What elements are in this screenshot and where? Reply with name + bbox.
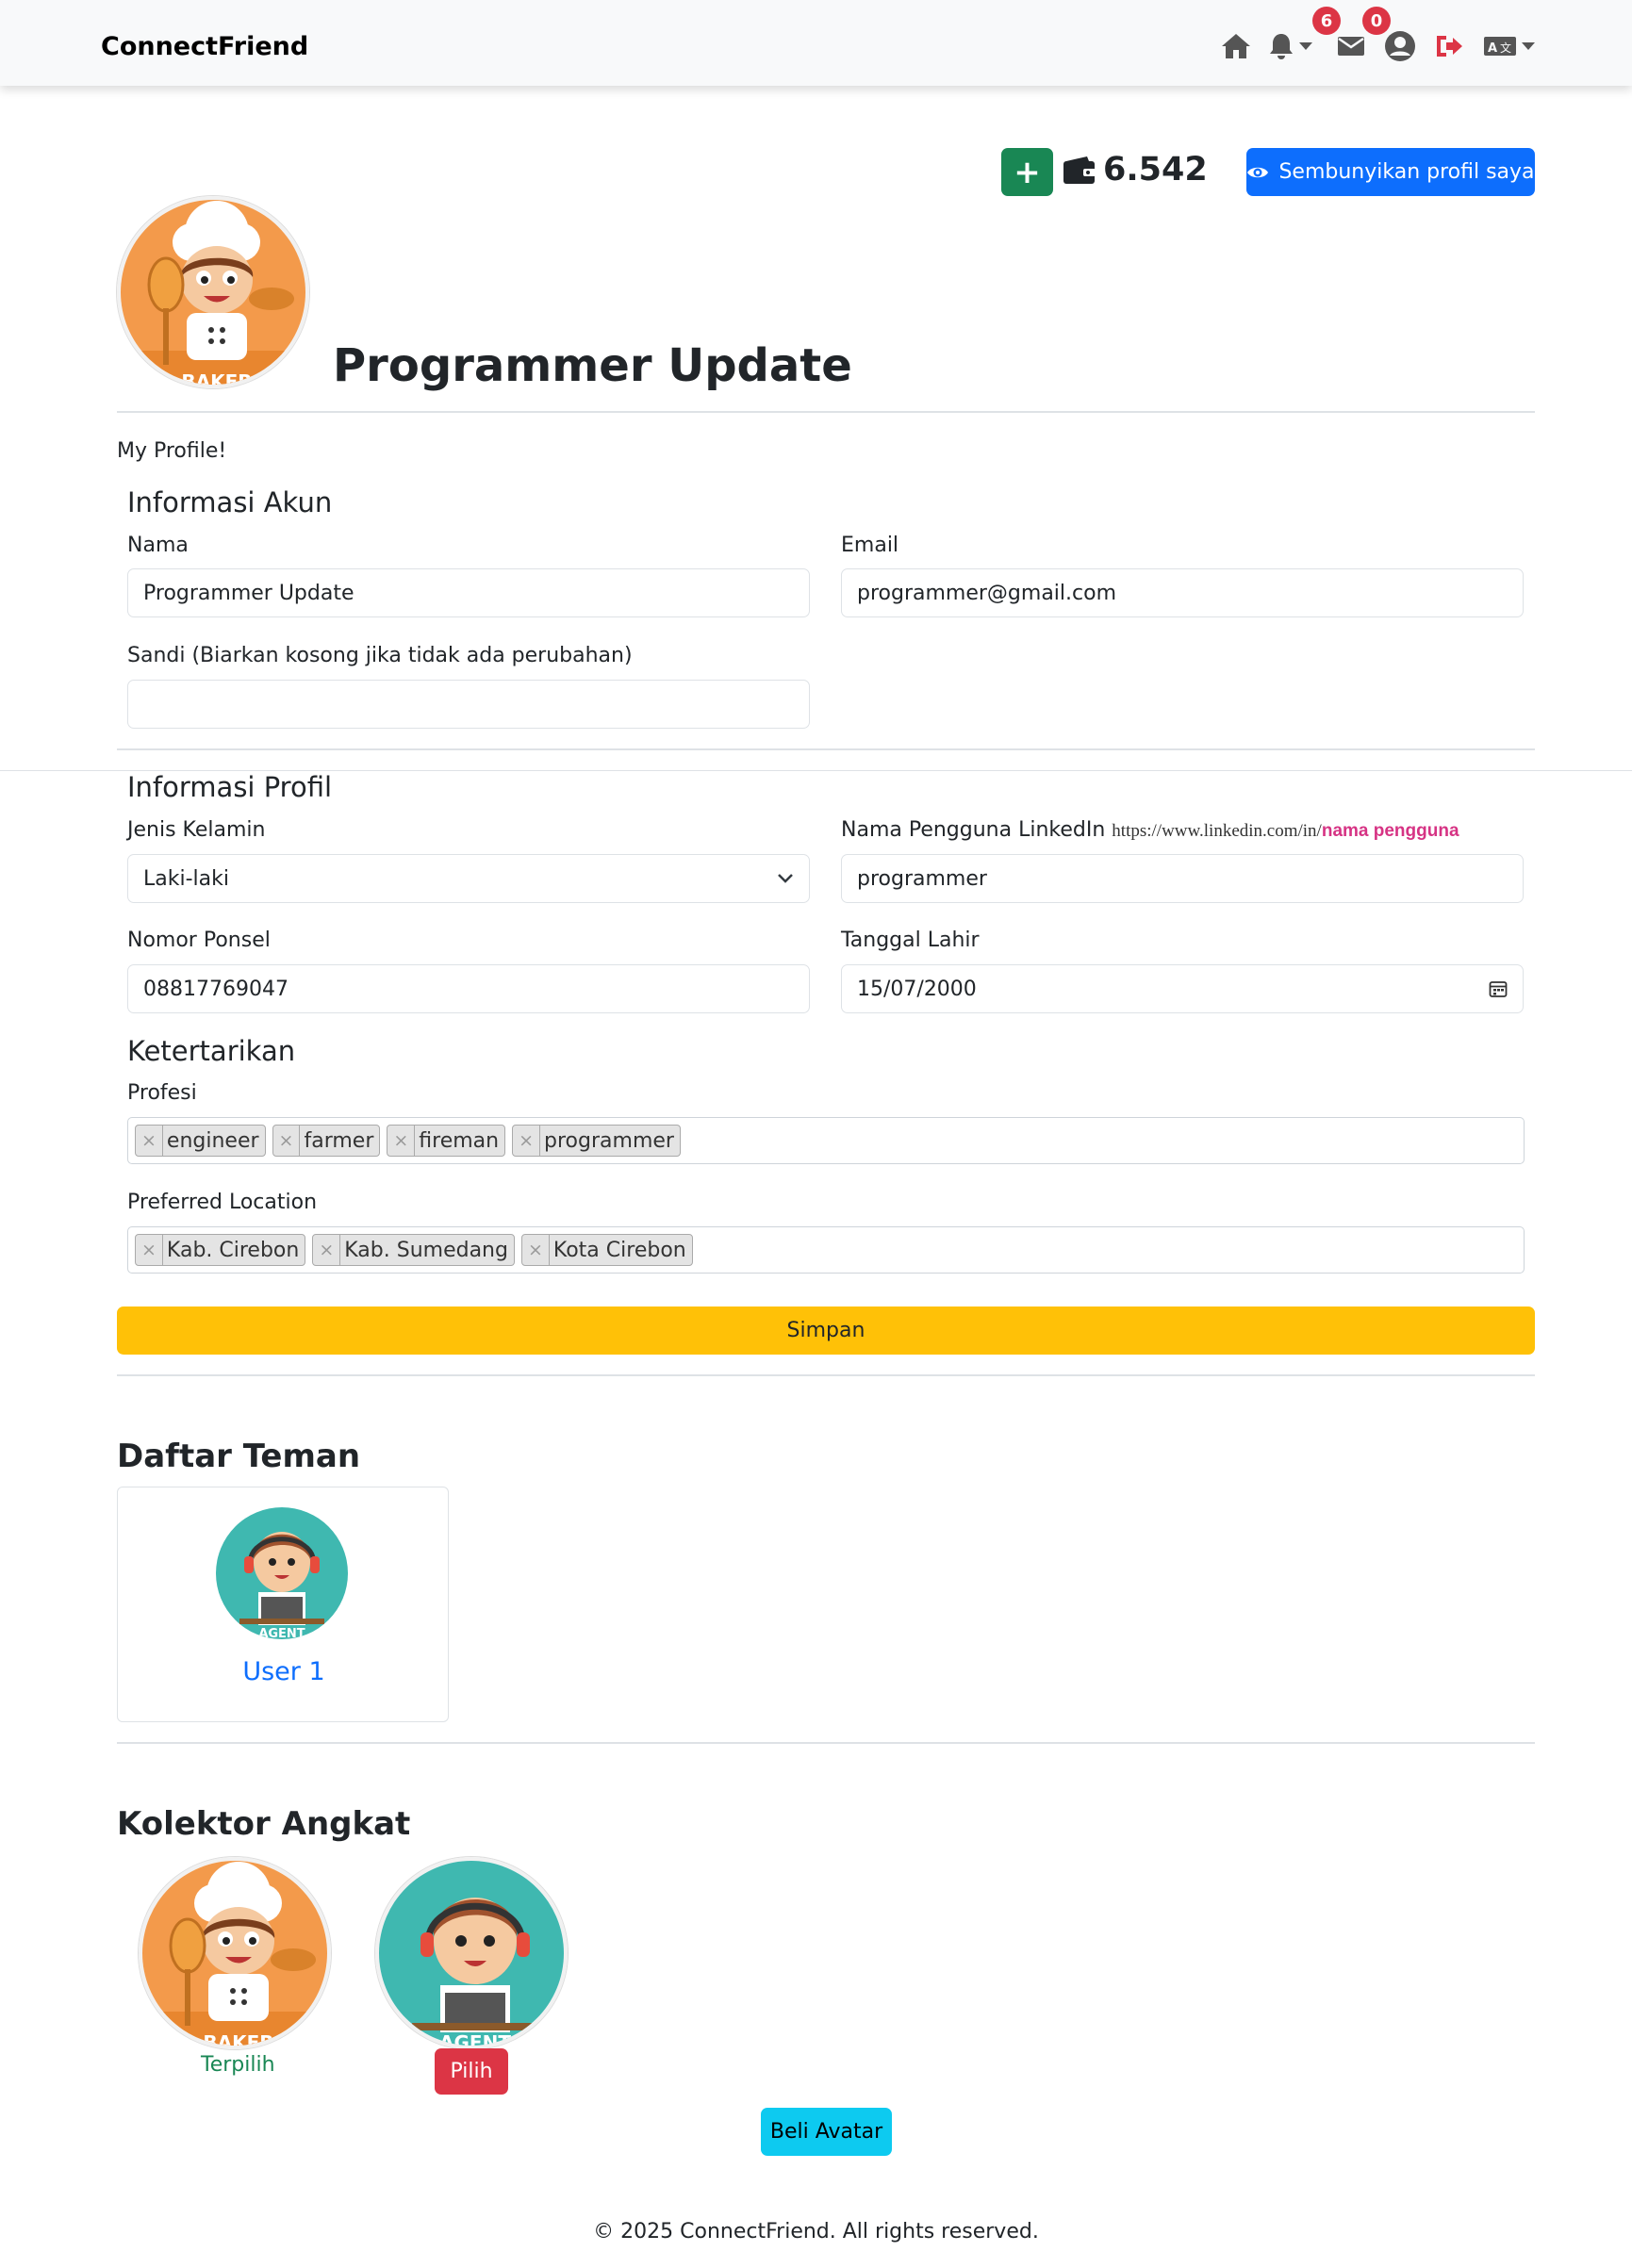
phone-label: Nomor Ponsel [127, 929, 271, 952]
language-icon: A文 [1484, 37, 1516, 56]
email-field[interactable]: programmer@gmail.com [841, 568, 1524, 617]
chevron-down-icon [1299, 42, 1312, 50]
remove-tag-icon[interactable]: × [136, 1235, 163, 1265]
svg-text:AGENT: AGENT [258, 1627, 305, 1639]
tag-chip: × farmer [272, 1125, 381, 1157]
dob-label: Tanggal Lahir [841, 929, 980, 952]
bell-icon [1270, 34, 1293, 59]
gender-value: Laki-laki [143, 866, 229, 891]
tag-label: engineer [166, 1128, 259, 1153]
remove-tag-icon[interactable]: × [387, 1126, 416, 1156]
account-info-heading: Informasi Akun [127, 486, 333, 518]
collector-heading: Kolektor Angkat [117, 1805, 411, 1843]
eye-icon [1247, 167, 1269, 177]
location-multiselect[interactable]: × Kab. Cirebon × Kab. Sumedang × Kota Cireb… [127, 1226, 1525, 1274]
tag-chip: × fireman [387, 1125, 506, 1157]
navbar: ConnectFriend 6 0 A文 [0, 0, 1632, 86]
hide-profile-button[interactable]: Sembunyikan profil saya [1246, 148, 1535, 196]
svg-text:BAKER: BAKER [203, 2031, 273, 2049]
profession-multiselect[interactable]: × engineer × farmer × fireman × programmer [127, 1117, 1525, 1164]
divider [117, 411, 1535, 413]
linkedin-label-group: Nama Pengguna LinkedIn https://www.linke… [841, 818, 1459, 842]
gender-select[interactable]: Laki-laki [127, 854, 810, 903]
tag-label: Kota Cirebon [552, 1238, 686, 1262]
profile-avatar: BAKER [117, 196, 309, 388]
name-label: Nama [127, 534, 189, 557]
tag-label: Kab. Sumedang [344, 1238, 508, 1262]
tag-chip: × Kota Cirebon [520, 1234, 693, 1266]
remove-tag-icon[interactable]: × [273, 1126, 301, 1156]
profile-info-heading: Informasi Profil [127, 771, 333, 803]
logout-icon[interactable] [1433, 30, 1465, 62]
svg-text:BAKER: BAKER [181, 370, 252, 388]
friends-heading: Daftar Teman [117, 1438, 361, 1475]
tag-chip: × programmer [512, 1125, 681, 1157]
envelope-icon[interactable]: 0 [1337, 7, 1391, 62]
wallet-icon [1063, 156, 1096, 186]
password-label: Sandi (Biarkan kosong jika tidak ada per… [127, 644, 633, 667]
calendar-icon[interactable] [1489, 979, 1508, 998]
phone-field[interactable]: 08817769047 [127, 964, 810, 1013]
tag-label: farmer [304, 1128, 374, 1153]
tag-chip: × Kab. Cirebon [135, 1234, 306, 1266]
profile-intro: My Profile! [117, 439, 227, 463]
email-label: Email [841, 534, 899, 557]
coin-balance: 6.542 [1103, 151, 1208, 189]
user-circle-icon[interactable] [1384, 30, 1416, 62]
select-avatar-button[interactable]: Pilih [435, 2048, 508, 2095]
tag-label: fireman [419, 1128, 500, 1153]
svg-text:文: 文 [1500, 41, 1511, 55]
friend-name-link[interactable]: User 1 [118, 1657, 450, 1686]
add-coins-button[interactable]: + [1001, 148, 1053, 196]
footer-copyright: © 2025 ConnectFriend. All rights reserve… [593, 2220, 1039, 2243]
linkedin-hint-username: nama pengguna [1321, 821, 1459, 841]
divider [117, 1374, 1535, 1376]
brand-logo[interactable]: ConnectFriend [101, 32, 308, 61]
profile-name-title: Programmer Update [333, 339, 852, 392]
notification-dropdown[interactable]: 6 [1268, 7, 1341, 62]
home-icon[interactable] [1220, 30, 1252, 62]
linkedin-field[interactable]: programmer [841, 854, 1524, 903]
buy-avatar-button[interactable]: Beli Avatar [761, 2108, 892, 2156]
tag-label: programmer [544, 1128, 674, 1153]
gender-label: Jenis Kelamin [127, 818, 266, 842]
divider [117, 1742, 1535, 1744]
save-button[interactable]: Simpan [117, 1307, 1535, 1355]
chevron-down-icon [1522, 42, 1535, 50]
svg-text:AGENT: AGENT [439, 2031, 511, 2049]
profession-label: Profesi [127, 1081, 197, 1105]
chevron-down-icon [778, 874, 793, 883]
selected-status: Terpilih [201, 2053, 275, 2077]
interests-heading: Ketertarikan [127, 1035, 296, 1067]
linkedin-hint: https://www.linkedin.com/in/ [1112, 821, 1322, 841]
remove-tag-icon[interactable]: × [513, 1126, 541, 1156]
friend-card[interactable]: AGENT User 1 [117, 1487, 449, 1722]
hide-profile-label: Sembunyikan profil saya [1278, 160, 1535, 184]
friend-avatar: AGENT [216, 1507, 348, 1639]
divider [117, 748, 1535, 750]
password-field[interactable] [127, 680, 810, 729]
location-label: Preferred Location [127, 1191, 318, 1214]
dob-value: 15/07/2000 [857, 977, 977, 1001]
tag-chip: × engineer [135, 1125, 266, 1157]
collector-avatar-agent: AGENT [375, 1857, 568, 2049]
collector-avatar-baker: BAKER [139, 1857, 331, 2049]
svg-text:A: A [1488, 41, 1497, 56]
remove-tag-icon[interactable]: × [313, 1235, 341, 1265]
tag-chip: × Kab. Sumedang [312, 1234, 515, 1266]
language-dropdown[interactable]: A文 [1483, 30, 1535, 62]
dob-field[interactable]: 15/07/2000 [841, 964, 1524, 1013]
remove-tag-icon[interactable]: × [136, 1126, 163, 1156]
name-field[interactable]: Programmer Update [127, 568, 810, 617]
tag-label: Kab. Cirebon [166, 1238, 300, 1262]
linkedin-label: Nama Pengguna LinkedIn [841, 818, 1106, 842]
remove-tag-icon[interactable]: × [522, 1235, 550, 1265]
